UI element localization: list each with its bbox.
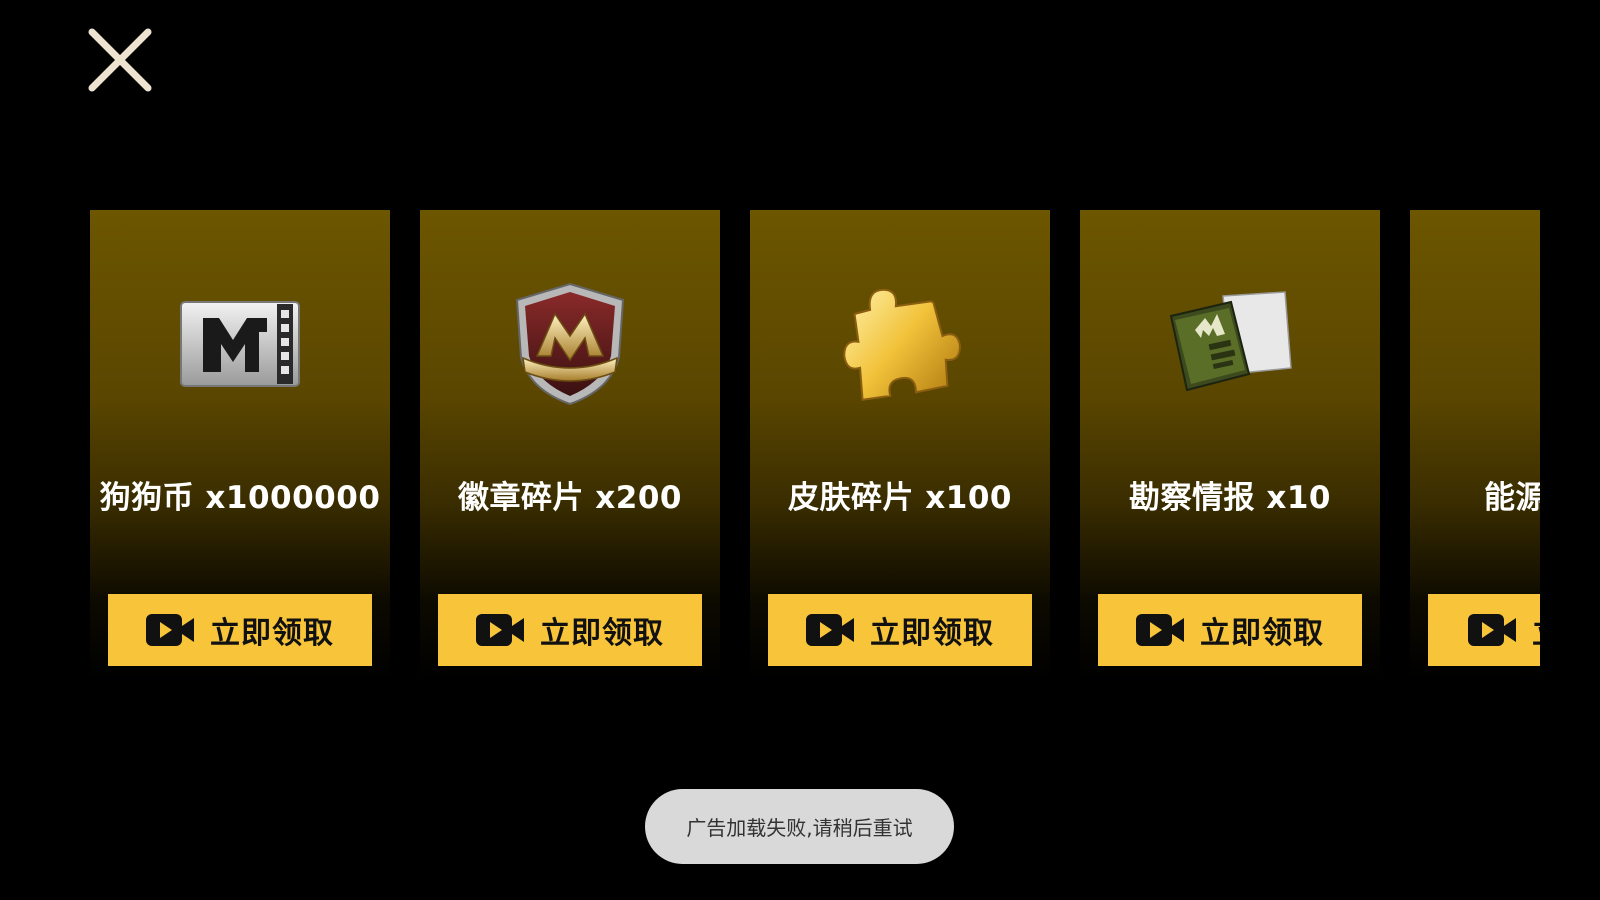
- reward-label: 能源: [1484, 480, 1540, 516]
- reward-cards-carousel[interactable]: 狗狗币 x1000000 立即领取 徽章碎片 x200 立即领取 皮肤碎片 x1…: [90, 210, 1540, 680]
- claim-button-label: 立即领取: [210, 616, 334, 651]
- toast-text: 广告加载失败,请稍后重试: [686, 816, 913, 840]
- reward-label: 徽章碎片 x200: [458, 480, 682, 516]
- reward-card-energy: 能源 立即领取: [1410, 210, 1540, 680]
- intel-book-icon: [1165, 278, 1295, 408]
- close-button[interactable]: [82, 22, 158, 98]
- puzzle-piece-icon: [835, 278, 965, 408]
- claim-now-button[interactable]: 立即领取: [1428, 594, 1540, 666]
- close-icon: [88, 28, 152, 92]
- claim-now-button[interactable]: 立即领取: [1098, 594, 1362, 666]
- video-camera-icon: [1136, 614, 1184, 646]
- video-camera-icon: [146, 614, 194, 646]
- reward-screen: 狗狗币 x1000000 立即领取 徽章碎片 x200 立即领取 皮肤碎片 x1…: [0, 0, 1600, 900]
- video-camera-icon: [476, 614, 524, 646]
- claim-now-button[interactable]: 立即领取: [768, 594, 1032, 666]
- claim-button-label: 立即领取: [870, 616, 994, 651]
- claim-button-label: 立即领取: [540, 616, 664, 651]
- reward-cards-row: 狗狗币 x1000000 立即领取 徽章碎片 x200 立即领取 皮肤碎片 x1…: [90, 210, 1540, 680]
- ad-load-failed-toast: 广告加载失败,请稍后重试: [645, 789, 954, 864]
- claim-now-button[interactable]: 立即领取: [108, 594, 372, 666]
- badge-shield-icon: [505, 278, 635, 408]
- reward-card-badge: 徽章碎片 x200 立即领取: [420, 210, 720, 680]
- claim-button-label: 立即领取: [1532, 608, 1540, 652]
- reward-card-skin-fragment: 皮肤碎片 x100 立即领取: [750, 210, 1050, 680]
- reward-label: 勘察情报 x10: [1129, 480, 1331, 516]
- reward-label: 狗狗币 x1000000: [99, 480, 381, 516]
- video-camera-icon: [1468, 614, 1516, 646]
- reward-card-intel: 勘察情报 x10 立即领取: [1080, 210, 1380, 680]
- m-coin-ticket-icon: [175, 278, 305, 408]
- claim-now-button[interactable]: 立即领取: [438, 594, 702, 666]
- claim-button-label: 立即领取: [1200, 616, 1324, 651]
- reward-label: 皮肤碎片 x100: [788, 480, 1012, 516]
- reward-card-coin: 狗狗币 x1000000 立即领取: [90, 210, 390, 680]
- energy-item-icon: [1510, 278, 1540, 408]
- video-camera-icon: [806, 614, 854, 646]
